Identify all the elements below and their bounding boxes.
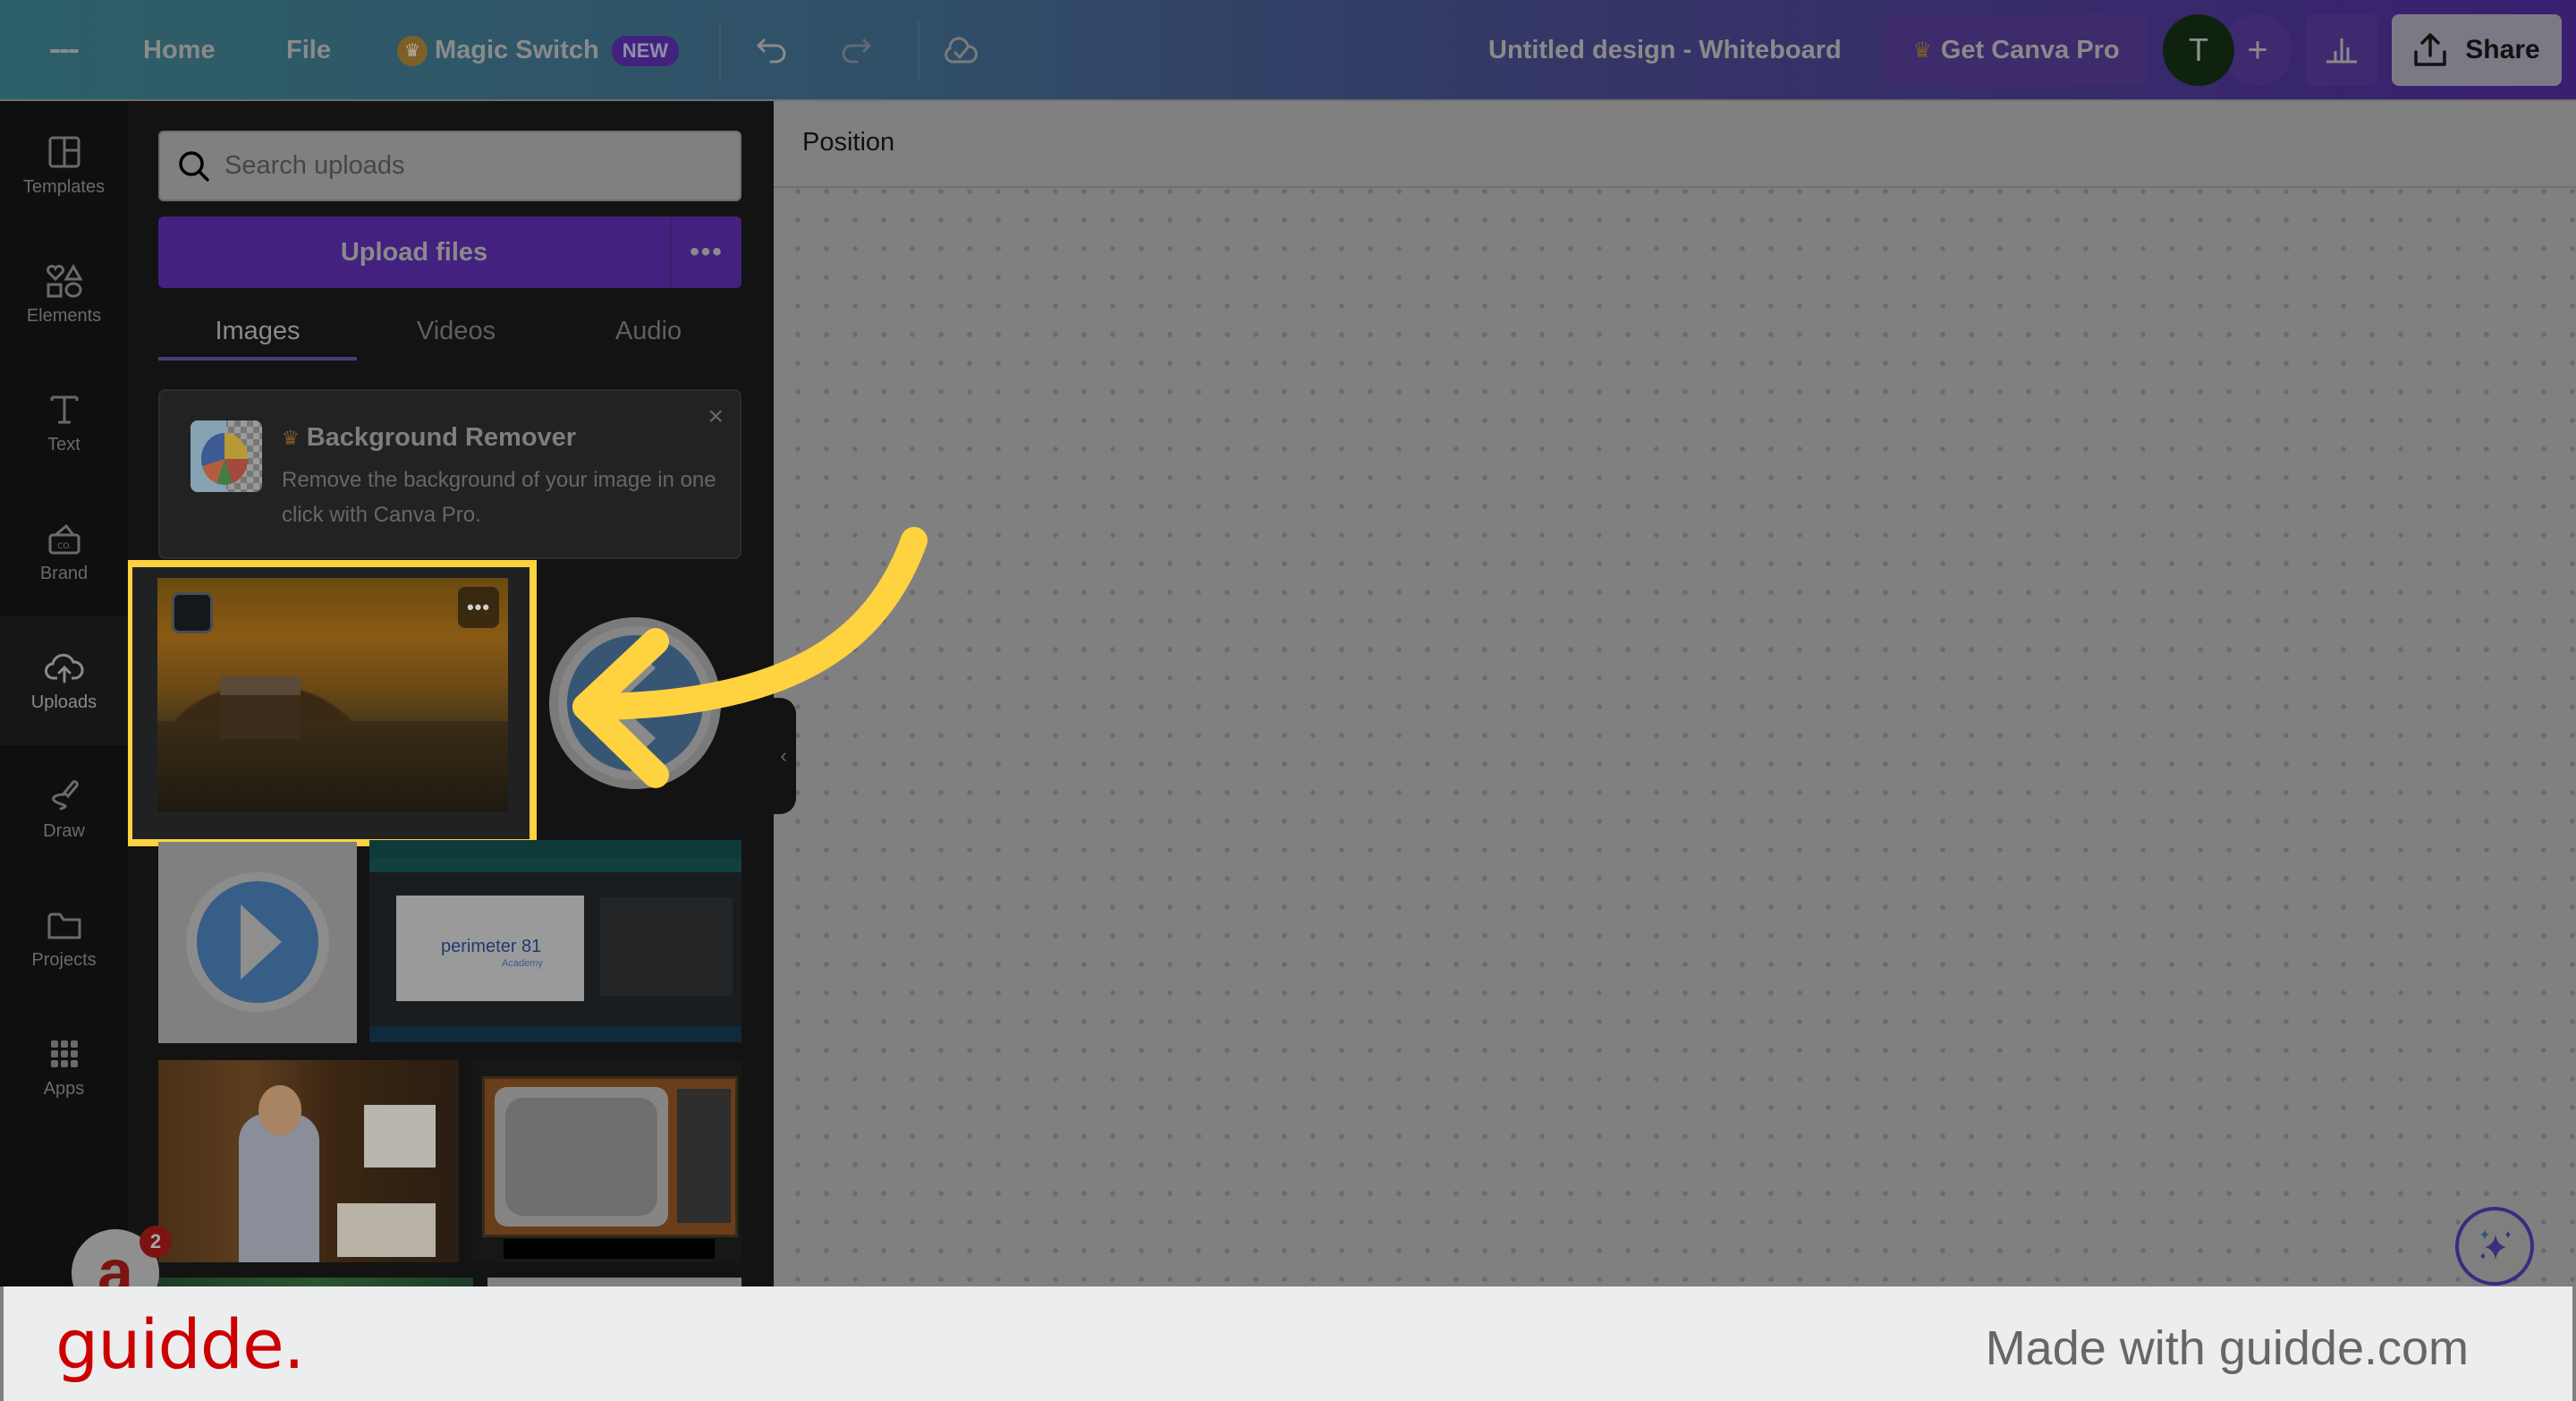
divider (918, 21, 919, 79)
image-thumbnail-retro-computer-photo[interactable] (158, 1060, 459, 1262)
background-remover-promo[interactable]: ♛ Background Remover Remove the backgrou… (158, 389, 741, 559)
file-menu[interactable]: File (286, 0, 331, 101)
upload-more-options-button[interactable]: ••• (670, 217, 741, 288)
position-button[interactable]: Position (802, 128, 894, 157)
share-button[interactable]: Share (2392, 14, 2562, 86)
sidebar-item-label: Draw (43, 820, 85, 841)
sparkles-icon (2480, 1229, 2511, 1260)
top-bar: Home File ♛ Magic Switch NEW Untitled de… (0, 0, 2576, 101)
sidebar-item-label: Templates (22, 176, 106, 197)
tab-audio[interactable]: Audio (555, 298, 741, 364)
elements-icon (46, 263, 83, 297)
bar-chart-icon[interactable] (2306, 14, 2377, 86)
sidebar: Templates Elements Text CO. Brand Upload… (0, 101, 128, 1286)
image-thumbnail-vintage-tv[interactable] (473, 1060, 741, 1262)
sidebar-item-label: Uploads (30, 692, 97, 712)
get-pro-label: Get Canva Pro (1940, 35, 2120, 64)
sidebar-item-label: Text (47, 434, 80, 454)
promo-description: Remove the background of your image in o… (282, 468, 716, 527)
image-thumbnail-play-button[interactable] (158, 842, 357, 1043)
share-label: Share (2465, 35, 2540, 64)
brand-icon: CO. (48, 523, 80, 554)
sidebar-item-text[interactable]: Text (0, 359, 128, 488)
beach-ball-thumbnail (191, 420, 262, 492)
redo-icon[interactable] (830, 0, 880, 101)
search-input[interactable]: Search uploads (158, 131, 741, 201)
magic-assistant-button[interactable] (2455, 1207, 2534, 1286)
video-caption: perimeter 81 (441, 937, 542, 956)
folder-icon (47, 913, 80, 938)
collapse-panel-button[interactable]: ‹ (771, 698, 796, 814)
sidebar-item-label: Elements (26, 305, 102, 326)
uploads-panel: Search uploads Upload files ••• Images V… (128, 101, 774, 1286)
image-thumbnail-youtube-screenshot[interactable]: perimeter 81 Academy (369, 840, 741, 1042)
sidebar-item-projects[interactable]: Projects (0, 874, 128, 1003)
hamburger-icon[interactable] (50, 0, 80, 101)
active-tab-indicator (158, 357, 357, 361)
tab-images[interactable]: Images (158, 298, 357, 364)
text-icon (50, 395, 78, 423)
crown-icon: ♛ (397, 35, 428, 66)
media-tabs: Images Videos Audio (158, 298, 741, 371)
sidebar-item-label: Apps (43, 1078, 85, 1099)
new-badge: NEW (611, 35, 680, 66)
sidebar-item-apps[interactable]: Apps (0, 1003, 128, 1132)
sidebar-item-label: Brand (39, 563, 89, 583)
cloud-check-icon[interactable] (936, 0, 986, 101)
sidebar-item-templates[interactable]: Templates (0, 101, 128, 230)
tab-videos[interactable]: Videos (357, 298, 555, 364)
image-thumbnail-back-arrow[interactable] (547, 615, 724, 792)
image-thumbnail-autumn-lake[interactable]: ••• (157, 578, 508, 812)
promo-title: ♛ Background Remover (282, 423, 576, 453)
guidde-footer: guidde. Made with guidde.com (4, 1286, 2572, 1401)
upload-files-button[interactable]: Upload files (158, 217, 670, 288)
upload-cloud-icon (44, 653, 83, 683)
apps-grid-icon (50, 1040, 78, 1067)
crown-icon: ♛ (1912, 38, 1932, 63)
home-link[interactable]: Home (143, 0, 216, 101)
design-title[interactable]: Untitled design - Whiteboard (1488, 0, 1842, 101)
svg-text:CO.: CO. (57, 542, 72, 551)
undo-icon[interactable] (748, 0, 798, 101)
search-icon (179, 150, 209, 182)
upload-files-group: Upload files ••• (158, 217, 741, 288)
notification-count: 2 (140, 1226, 172, 1258)
draw-icon (51, 779, 79, 810)
sidebar-item-label: Projects (31, 949, 97, 970)
whiteboard-canvas[interactable]: Position (774, 101, 2576, 1286)
made-with-guidde-text: Made with guidde.com (1985, 1321, 2469, 1375)
magic-switch-label: Magic Switch (435, 36, 599, 64)
close-icon[interactable]: × (708, 402, 724, 432)
sidebar-item-brand[interactable]: CO. Brand (0, 488, 128, 616)
get-canva-pro-button[interactable]: ♛ Get Canva Pro (1885, 14, 2147, 86)
sidebar-item-uploads[interactable]: Uploads (0, 616, 128, 745)
avatar[interactable]: T (2163, 14, 2234, 86)
promo-title-text: Background Remover (306, 423, 577, 452)
share-upload-icon (2414, 33, 2447, 66)
sidebar-item-draw[interactable]: Draw (0, 745, 128, 874)
video-subcaption: Academy (502, 958, 543, 969)
divider (719, 21, 721, 79)
magic-switch-button[interactable]: ♛ Magic Switch NEW (397, 0, 680, 101)
guidde-logo: guidde. (55, 1304, 305, 1384)
image-more-options-button[interactable]: ••• (458, 587, 499, 628)
crown-icon: ♛ (282, 426, 300, 449)
select-checkbox[interactable] (172, 592, 213, 633)
image-thumbnail-green[interactable] (158, 1278, 473, 1286)
context-toolbar: Position (774, 101, 2576, 188)
sidebar-item-elements[interactable]: Elements (0, 230, 128, 359)
gazebo (220, 676, 301, 739)
lake-water (157, 721, 508, 812)
templates-icon (48, 136, 80, 167)
search-placeholder: Search uploads (225, 151, 405, 180)
image-thumbnail-gray[interactable] (487, 1278, 741, 1286)
